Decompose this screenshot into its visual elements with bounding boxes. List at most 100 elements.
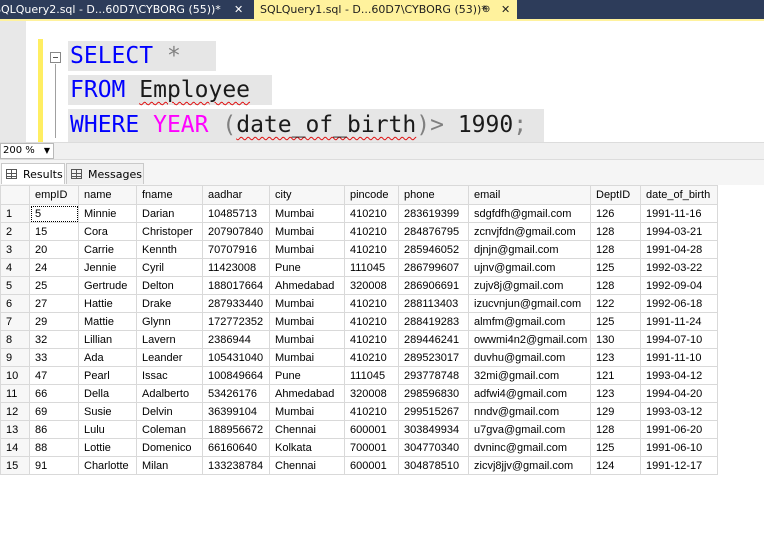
cell-pincode[interactable]: 320008 [344, 384, 399, 403]
tab-sqlquery2[interactable]: SQLQuery2.sql - D...60D7\CYBORG (55))* ✕ [0, 0, 254, 19]
cell-empid[interactable]: 32 [29, 330, 79, 349]
cell-fname[interactable]: Domenico [136, 438, 203, 457]
cell-fname[interactable]: Drake [136, 294, 203, 313]
cell-aadhar[interactable]: 105431040 [202, 348, 270, 367]
table-row[interactable]: 2 15 Cora Christoper 207907840 Mumbai 410210 28… [0, 222, 718, 241]
cell-fname[interactable]: Darian [136, 204, 203, 223]
cell-phone[interactable]: 293778748 [398, 366, 469, 385]
cell-date-of-birth[interactable]: 1994-04-20 [640, 384, 718, 403]
cell-city[interactable]: Kolkata [269, 438, 345, 457]
cell-deptid[interactable]: 125 [590, 438, 641, 457]
cell-fname[interactable]: Cyril [136, 258, 203, 277]
cell-deptid[interactable]: 124 [590, 456, 641, 475]
cell-fname[interactable]: Kennth [136, 240, 203, 259]
pin-icon[interactable]: ⊕ [482, 0, 490, 19]
cell-empid[interactable]: 24 [29, 258, 79, 277]
tab-messages[interactable]: Messages [66, 163, 144, 184]
table-row[interactable]: 8 32 Lillian Lavern 2386944 Mumbai 410210 28944… [0, 330, 718, 349]
cell-empid[interactable]: 25 [29, 276, 79, 295]
cell-fname[interactable]: Leander [136, 348, 203, 367]
cell-aadhar[interactable]: 66160640 [202, 438, 270, 457]
cell-date-of-birth[interactable]: 1991-06-10 [640, 438, 718, 457]
cell-empid[interactable]: 27 [29, 294, 79, 313]
table-row[interactable]: 15 91 Charlotte Milan 133238784 Chennai 600001… [0, 456, 718, 475]
cell-date-of-birth[interactable]: 1993-04-12 [640, 366, 718, 385]
row-number[interactable]: 15 [0, 456, 30, 475]
cell-date-of-birth[interactable]: 1992-09-04 [640, 276, 718, 295]
cell-phone[interactable]: 298596830 [398, 384, 469, 403]
cell-fname[interactable]: Christoper [136, 222, 203, 241]
cell-pincode[interactable]: 410210 [344, 312, 399, 331]
cell-aadhar[interactable]: 287933440 [202, 294, 270, 313]
cell-city[interactable]: Pune [269, 366, 345, 385]
cell-email[interactable]: adfwi4@gmail.com [468, 384, 591, 403]
cell-empid[interactable]: 5 [29, 204, 79, 223]
column-header-pincode[interactable]: pincode [344, 185, 399, 205]
cell-deptid[interactable]: 125 [590, 258, 641, 277]
column-header-name[interactable]: name [78, 185, 137, 205]
chevron-down-icon[interactable]: ▼ [44, 144, 50, 158]
cell-name[interactable]: Jennie [78, 258, 137, 277]
cell-pincode[interactable]: 600001 [344, 420, 399, 439]
cell-name[interactable]: Charlotte [78, 456, 137, 475]
cell-phone[interactable]: 289523017 [398, 348, 469, 367]
tab-sqlquery1-close-icon[interactable]: ✕ [501, 0, 510, 19]
table-row[interactable]: 7 29 Mattie Glynn 172772352 Mumbai 410210 28841… [0, 312, 718, 331]
collapse-region-icon[interactable] [50, 52, 61, 63]
cell-name[interactable]: Mattie [78, 312, 137, 331]
cell-aadhar[interactable]: 188017664 [202, 276, 270, 295]
cell-deptid[interactable]: 128 [590, 222, 641, 241]
cell-empid[interactable]: 69 [29, 402, 79, 421]
cell-aadhar[interactable]: 2386944 [202, 330, 270, 349]
cell-empid[interactable]: 15 [29, 222, 79, 241]
cell-deptid[interactable]: 128 [590, 240, 641, 259]
results-grid[interactable]: empID name fname aadhar city pincode phone emai… [0, 185, 718, 475]
row-number[interactable]: 14 [0, 438, 30, 457]
cell-empid[interactable]: 47 [29, 366, 79, 385]
column-header-aadhar[interactable]: aadhar [202, 185, 270, 205]
cell-pincode[interactable]: 410210 [344, 240, 399, 259]
cell-city[interactable]: Mumbai [269, 204, 345, 223]
row-number[interactable]: 1 [0, 204, 30, 223]
cell-deptid[interactable]: 128 [590, 420, 641, 439]
cell-aadhar[interactable]: 10485713 [202, 204, 270, 223]
cell-email[interactable]: nndv@gmail.com [468, 402, 591, 421]
row-number[interactable]: 6 [0, 294, 30, 313]
query-editor[interactable]: SELECT * FROM Employee WHERE YEAR (date_… [0, 21, 764, 142]
cell-name[interactable]: Cora [78, 222, 137, 241]
cell-deptid[interactable]: 130 [590, 330, 641, 349]
cell-name[interactable]: Della [78, 384, 137, 403]
row-number[interactable]: 8 [0, 330, 30, 349]
corner-cell[interactable] [0, 185, 30, 205]
cell-phone[interactable]: 286906691 [398, 276, 469, 295]
cell-email[interactable]: zujv8j@gmail.com [468, 276, 591, 295]
cell-pincode[interactable]: 410210 [344, 294, 399, 313]
cell-email[interactable]: owwmi4n2@gmail.com [468, 330, 591, 349]
cell-city[interactable]: Mumbai [269, 240, 345, 259]
cell-phone[interactable]: 284876795 [398, 222, 469, 241]
cell-pincode[interactable]: 410210 [344, 222, 399, 241]
cell-deptid[interactable]: 129 [590, 402, 641, 421]
cell-phone[interactable]: 304770340 [398, 438, 469, 457]
cell-date-of-birth[interactable]: 1991-11-24 [640, 312, 718, 331]
cell-aadhar[interactable]: 172772352 [202, 312, 270, 331]
cell-phone[interactable]: 289446241 [398, 330, 469, 349]
table-row[interactable]: 14 88 Lottie Domenico 66160640 Kolkata 700001 3… [0, 438, 718, 457]
cell-city[interactable]: Mumbai [269, 330, 345, 349]
cell-aadhar[interactable]: 207907840 [202, 222, 270, 241]
cell-fname[interactable]: Milan [136, 456, 203, 475]
cell-name[interactable]: Minnie [78, 204, 137, 223]
cell-deptid[interactable]: 121 [590, 366, 641, 385]
cell-empid[interactable]: 91 [29, 456, 79, 475]
cell-empid[interactable]: 20 [29, 240, 79, 259]
cell-city[interactable]: Ahmedabad [269, 276, 345, 295]
cell-pincode[interactable]: 410210 [344, 402, 399, 421]
cell-aadhar[interactable]: 188956672 [202, 420, 270, 439]
cell-city[interactable]: Mumbai [269, 294, 345, 313]
tab-sqlquery1[interactable]: SQLQuery1.sql - D...60D7\CYBORG (53))* ⊕… [254, 0, 517, 19]
row-number[interactable]: 7 [0, 312, 30, 331]
cell-pincode[interactable]: 410210 [344, 348, 399, 367]
cell-aadhar[interactable]: 100849664 [202, 366, 270, 385]
column-header-phone[interactable]: phone [398, 185, 469, 205]
cell-fname[interactable]: Lavern [136, 330, 203, 349]
